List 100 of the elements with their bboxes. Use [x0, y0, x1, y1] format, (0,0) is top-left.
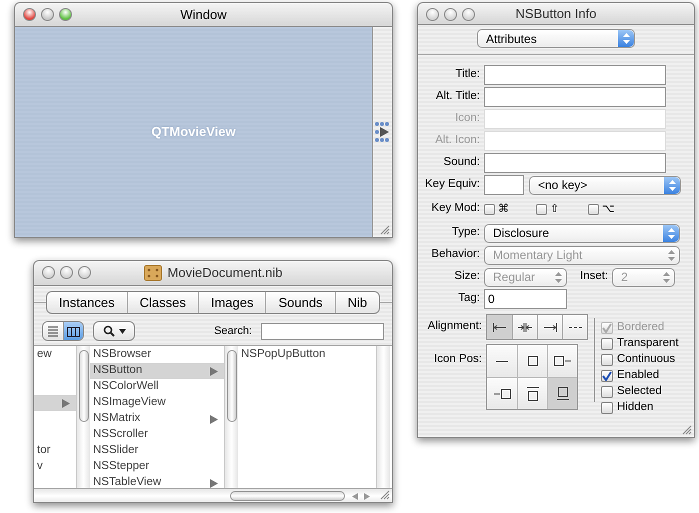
icon-position-button[interactable]: [487, 377, 517, 409]
browser-row[interactable]: NSTableView: [90, 475, 224, 488]
resize-grip-icon[interactable]: [682, 425, 692, 435]
checkbox-label: Enabled: [617, 368, 660, 384]
alignment-icon: [518, 322, 532, 332]
icon-position-button[interactable]: [547, 345, 577, 377]
popup-arrows-icon: [662, 272, 670, 282]
tab[interactable]: Sounds: [265, 292, 335, 313]
disclosure-arrow-icon: [210, 414, 218, 424]
browser-row[interactable]: NSStepper: [90, 459, 224, 475]
modifier-symbol: ⌘: [498, 204, 509, 214]
checkbox[interactable]: [601, 402, 613, 414]
checkbox[interactable]: [588, 204, 599, 214]
text-field[interactable]: [484, 87, 666, 107]
checkbox-label: Hidden: [617, 400, 654, 416]
zoom-button[interactable]: [78, 266, 91, 279]
search-icon: [102, 325, 114, 337]
key-field[interactable]: [484, 175, 524, 195]
search-field[interactable]: [261, 322, 384, 340]
icon-position-button[interactable]: [547, 377, 577, 409]
scroll-right-icon[interactable]: [364, 493, 370, 500]
close-button[interactable]: [23, 8, 36, 21]
checkbox[interactable]: [601, 354, 613, 366]
zoom-button[interactable]: [59, 8, 72, 21]
list-view-button[interactable]: [43, 322, 63, 340]
alignment-button[interactable]: [512, 315, 537, 339]
icon-position-button[interactable]: [517, 377, 547, 409]
class-name: ew: [37, 347, 52, 362]
browser-row[interactable]: NSBrowser: [90, 347, 224, 363]
checkbox[interactable]: [536, 204, 547, 214]
browser-row[interactable]: v: [34, 459, 76, 475]
browser-row[interactable]: NSScroller: [90, 427, 224, 443]
checkbox-label: Transparent: [617, 336, 679, 352]
browser-row[interactable]: tor: [34, 443, 76, 459]
browser-row[interactable]: NSSlider: [90, 443, 224, 459]
text-field[interactable]: [484, 153, 666, 173]
field-label: Icon Pos:: [433, 352, 483, 367]
resize-grip-icon[interactable]: [380, 225, 390, 235]
popup-button[interactable]: Disclosure: [484, 224, 680, 242]
field-label: Title:: [454, 67, 481, 82]
vertical-scrollbar[interactable]: [224, 346, 238, 488]
class-name: NSStepper: [93, 459, 150, 474]
tab[interactable]: Nib: [334, 292, 380, 313]
browser-row[interactable]: ew: [34, 347, 76, 363]
icon-position-button[interactable]: [517, 345, 547, 377]
vertical-scrollbar[interactable]: [76, 346, 90, 488]
resize-grip-icon[interactable]: [380, 490, 390, 500]
text-field[interactable]: [484, 65, 666, 85]
browser-row[interactable]: NSColorWell: [90, 379, 224, 395]
connection-handle-icon[interactable]: [374, 121, 391, 143]
minimize-button[interactable]: [444, 8, 457, 21]
alignment-button[interactable]: [487, 315, 512, 339]
field-label: Type:: [450, 225, 481, 240]
icon-position-icon: [494, 388, 510, 398]
scroll-thumb[interactable]: [227, 350, 237, 422]
popup-arrows-icon: [668, 180, 676, 190]
window-title: Window: [180, 6, 227, 24]
popup-arrows-icon: [668, 228, 674, 238]
list-icon: [46, 324, 60, 338]
class-name: NSImageView: [93, 395, 166, 410]
scroll-thumb[interactable]: [79, 350, 89, 422]
close-button[interactable]: [42, 266, 55, 279]
tab[interactable]: Instances: [46, 292, 127, 313]
key-popup[interactable]: <no key>: [529, 176, 681, 194]
checkbox[interactable]: [601, 386, 613, 398]
field-label: Key Equiv:: [424, 177, 481, 192]
browser-row[interactable]: NSPopUpButton: [238, 347, 376, 363]
class-name: v: [37, 459, 43, 474]
field-label: Alt. Title:: [434, 89, 481, 104]
browser-row[interactable]: [34, 395, 76, 411]
vertical-scrollbar[interactable]: [376, 346, 390, 488]
class-name: tor: [37, 443, 50, 458]
browser-row[interactable]: NSImageView: [90, 395, 224, 411]
browser-row[interactable]: NSMatrix: [90, 411, 224, 427]
minimize-button[interactable]: [41, 8, 54, 21]
tab[interactable]: Images: [198, 292, 266, 313]
minimize-button[interactable]: [60, 266, 73, 279]
tab[interactable]: Classes: [126, 292, 198, 313]
alignment-button[interactable]: [537, 315, 562, 339]
search-options-button[interactable]: [93, 321, 135, 341]
scroll-thumb[interactable]: [230, 491, 345, 501]
checkbox[interactable]: [484, 204, 495, 214]
class-name: NSScroller: [93, 427, 148, 442]
class-name: NSPopUpButton: [241, 347, 326, 362]
modifier-symbol: ⇧: [550, 204, 559, 214]
column-view-button[interactable]: [63, 322, 83, 340]
close-button[interactable]: [426, 8, 439, 21]
zoom-button[interactable]: [462, 8, 475, 21]
scroll-left-icon[interactable]: [352, 493, 358, 500]
field-label: Behavior:: [430, 247, 481, 262]
text-field[interactable]: 0: [484, 289, 567, 309]
checkbox[interactable]: [601, 338, 613, 350]
browser-row[interactable]: NSButton: [90, 363, 224, 379]
horizontal-scrollbar[interactable]: [34, 488, 392, 502]
checkbox[interactable]: [601, 370, 613, 382]
search-label: Search:: [214, 324, 252, 339]
icon-position-icon: [554, 356, 571, 366]
window-title: NSButton Info: [516, 4, 596, 23]
panel-popup[interactable]: Attributes: [477, 29, 635, 48]
icon-position-icon: [526, 386, 538, 400]
